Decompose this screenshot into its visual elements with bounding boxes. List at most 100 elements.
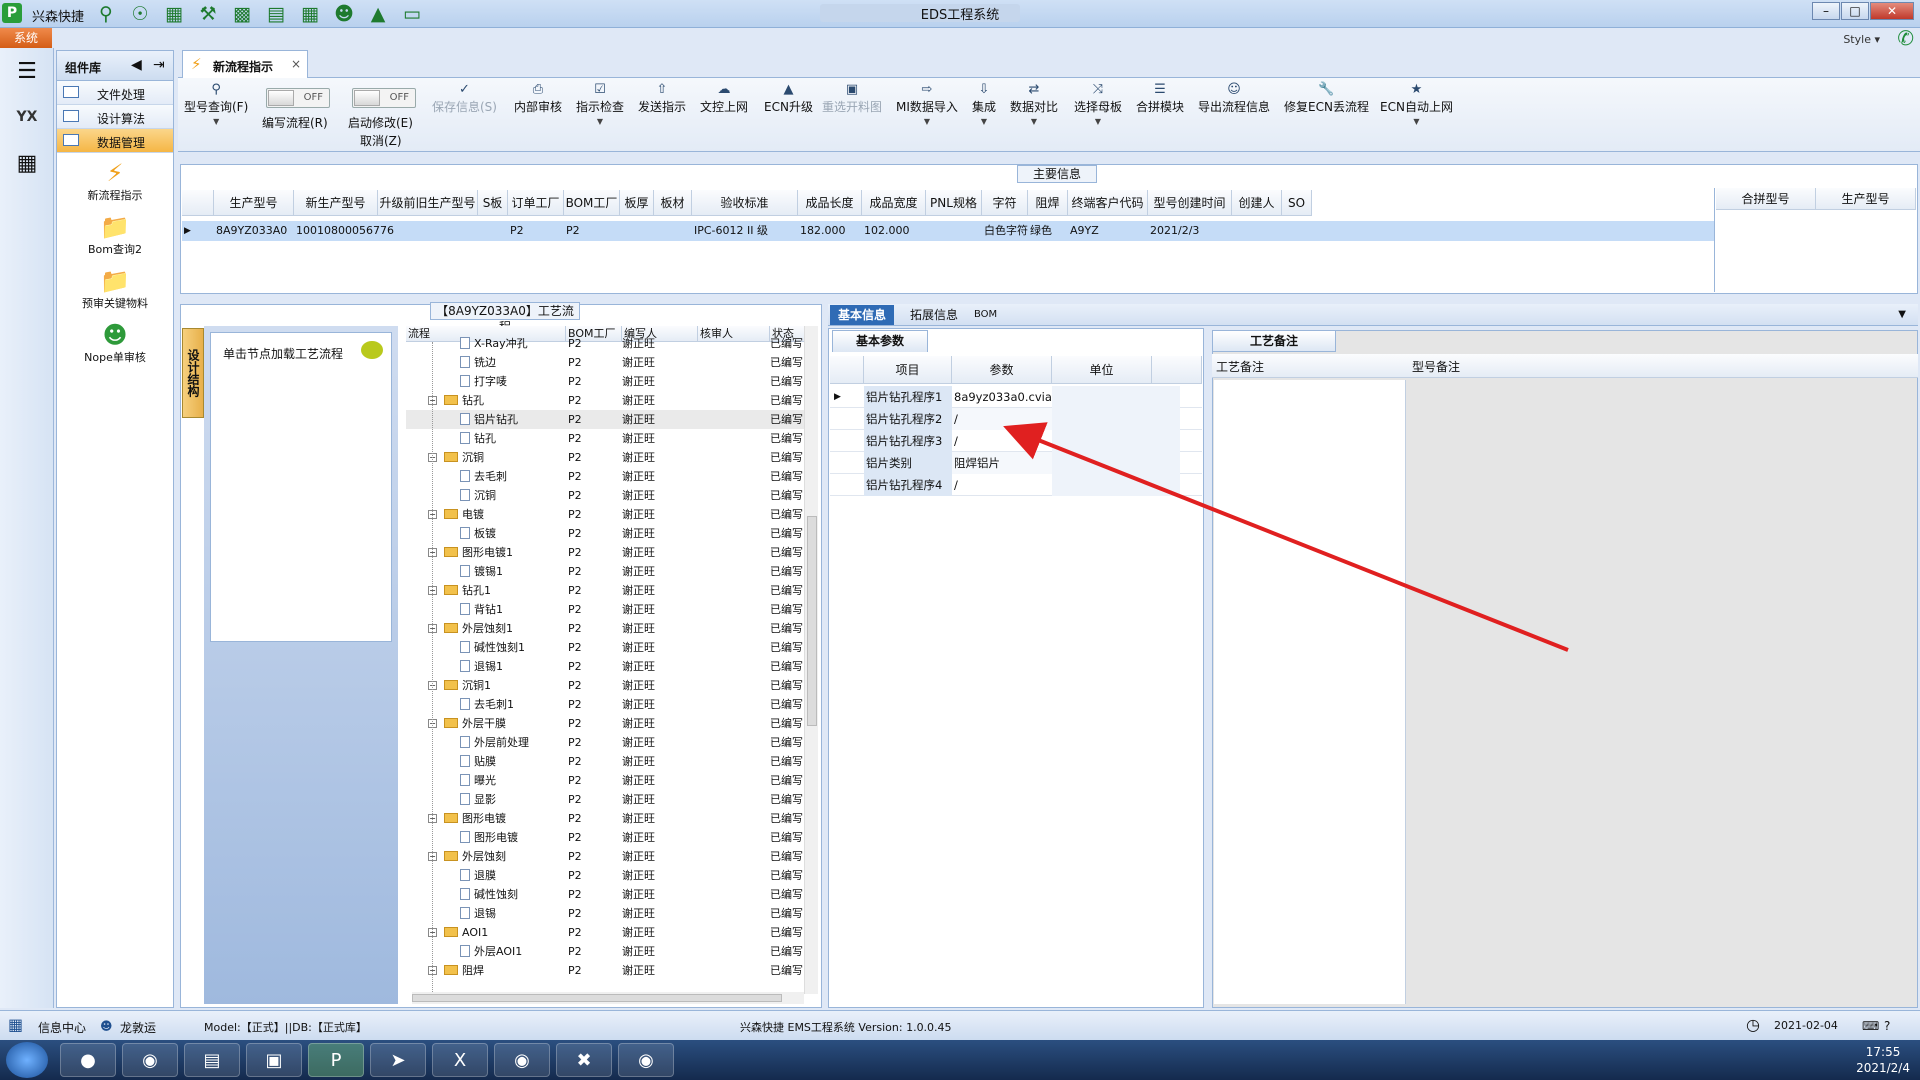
param-unit-cell[interactable] — [1052, 452, 1180, 474]
column-header[interactable]: 成品宽度 — [862, 190, 926, 216]
taskbar-app-shell-icon[interactable]: ● — [60, 1043, 116, 1077]
tree-row[interactable]: 碱性蚀刻1 P2 谢正旺 已编写 — [406, 638, 806, 657]
column-header[interactable]: 阻焊 — [1028, 190, 1068, 216]
column-header[interactable]: 创建人 — [1232, 190, 1282, 216]
category-design[interactable]: 设计算法 — [57, 105, 173, 129]
column-header[interactable]: 单位 — [1052, 356, 1152, 384]
doc-upload-button[interactable]: ☁ 文控上网 — [700, 82, 748, 115]
tree-row[interactable]: 铝片钻孔 P2 谢正旺 已编写 — [406, 410, 806, 429]
category-data[interactable]: 数据管理 — [57, 129, 173, 153]
column-header[interactable]: 新生产型号 — [294, 190, 378, 216]
taskbar-app-excel-icon[interactable]: X — [432, 1043, 488, 1077]
component-nope-review[interactable]: ☻ Nope单审核 — [57, 315, 173, 369]
menu-icon[interactable]: ☰ — [0, 48, 54, 94]
design-structure-tab[interactable]: 设计结构 — [182, 328, 204, 418]
grid-icon[interactable]: ▦ — [160, 2, 188, 26]
tree-row[interactable]: 图形电镀 P2 谢正旺 已编写 — [406, 828, 806, 847]
mi-import-button[interactable]: ⇨ MI数据导入 ▼ — [896, 82, 958, 126]
tree-row[interactable]: 去毛刺1 P2 谢正旺 已编写 — [406, 695, 806, 714]
column-header[interactable]: 板材 — [654, 190, 692, 216]
tree-row[interactable]: 板镀 P2 谢正旺 已编写 — [406, 524, 806, 543]
tree-row[interactable]: 退膜 P2 谢正旺 已编写 — [406, 866, 806, 885]
column-header[interactable]: SO — [1282, 190, 1312, 216]
column-header[interactable]: 订单工厂 — [508, 190, 564, 216]
param-unit-cell[interactable] — [1052, 408, 1180, 430]
tree-vertical-scrollbar[interactable] — [804, 326, 818, 994]
taskbar-app-eye2-icon[interactable]: ◉ — [618, 1043, 674, 1077]
tree-row[interactable]: 镀锡1 P2 谢正旺 已编写 — [406, 562, 806, 581]
component-pre-review[interactable]: 📁 预审关键物料 — [57, 261, 173, 315]
tree-row[interactable]: − 钻孔1 P2 谢正旺 已编写 — [406, 581, 806, 600]
tree-row[interactable]: − 沉铜 P2 谢正旺 已编写 — [406, 448, 806, 467]
info-center[interactable]: 信息中心 — [38, 1019, 86, 1036]
calculator-icon[interactable]: ▦ — [0, 140, 54, 186]
tree-row[interactable]: X-Ray冲孔 P2 谢正旺 已编写 — [406, 334, 806, 353]
tree-row[interactable]: 贴膜 P2 谢正旺 已编写 — [406, 752, 806, 771]
tab-new-flow[interactable]: ⚡ 新流程指示 × — [182, 50, 308, 78]
param-row[interactable]: 铝片钻孔程序3/ — [830, 430, 1202, 452]
start-button[interactable] — [6, 1042, 48, 1078]
tree-row[interactable]: − 外层蚀刻 P2 谢正旺 已编写 — [406, 847, 806, 866]
check-instruction-button[interactable]: ☑ 指示检查 ▼ — [576, 82, 624, 126]
flow-hint-card[interactable]: 单击节点加载工艺流程 — [210, 332, 392, 642]
tree-row[interactable]: − 外层蚀刻1 P2 谢正旺 已编写 — [406, 619, 806, 638]
param-unit-cell[interactable] — [1052, 386, 1180, 408]
param-unit-cell[interactable] — [1052, 430, 1180, 452]
tree-row[interactable]: − 电镀 P2 谢正旺 已编写 — [406, 505, 806, 524]
close-button[interactable]: ✕ — [1870, 2, 1914, 20]
fix-ecn-button[interactable]: 🔧 修复ECN丢流程 — [1284, 82, 1369, 115]
taskbar-app-bird-icon[interactable]: ➤ — [370, 1043, 426, 1077]
tree-row[interactable]: 退锡 P2 谢正旺 已编写 — [406, 904, 806, 923]
calc-icon[interactable]: ▦ — [296, 2, 324, 26]
system-tray[interactable]: 17:55 2021/2/4 — [1856, 1044, 1910, 1076]
tree-row[interactable]: 外层前处理 P2 谢正旺 已编写 — [406, 733, 806, 752]
close-tab-icon[interactable]: × — [291, 57, 301, 71]
tree-row[interactable]: − 图形电镀1 P2 谢正旺 已编写 — [406, 543, 806, 562]
param-value-cell[interactable]: / — [952, 430, 1052, 452]
tab-basic-params[interactable]: 基本参数 — [832, 330, 928, 352]
param-value-cell[interactable]: / — [952, 408, 1052, 430]
ecn-upgrade-button[interactable]: ▲ ECN升级 — [764, 82, 813, 115]
param-value-cell[interactable]: / — [952, 474, 1052, 496]
chart-icon[interactable]: ▤ — [262, 2, 290, 26]
compare-button[interactable]: ⇄ 数据对比 ▼ — [1010, 82, 1058, 126]
tree-horizontal-scrollbar[interactable] — [412, 992, 804, 1004]
system-button[interactable]: 系统 — [0, 28, 52, 48]
column-header[interactable]: PNL规格 — [926, 190, 982, 216]
integrate-button[interactable]: ⇩ 集成 ▼ — [972, 82, 996, 126]
chevron-down-icon[interactable]: ▼ — [1890, 305, 1914, 325]
tree-row[interactable]: 曝光 P2 谢正旺 已编写 — [406, 771, 806, 790]
tab-basic-info[interactable]: 基本信息 — [830, 305, 895, 325]
table-row[interactable] — [182, 221, 1714, 241]
start-modify-toggle[interactable]: OFF — [352, 88, 416, 108]
column-header[interactable]: S板 — [478, 190, 508, 216]
column-header[interactable]: 参数 — [952, 356, 1052, 384]
tree-row[interactable]: − 沉铜1 P2 谢正旺 已编写 — [406, 676, 806, 695]
column-header[interactable]: 验收标准 — [692, 190, 798, 216]
cancel-button[interactable]: 取消(Z) — [360, 132, 402, 149]
column-header[interactable]: 板厚 — [620, 190, 654, 216]
tree-row[interactable]: − 外层干膜 P2 谢正旺 已编写 — [406, 714, 806, 733]
minimize-button[interactable]: – — [1812, 2, 1840, 20]
internal-review-button[interactable]: ⎙ 内部审核 — [514, 82, 562, 115]
taskbar-app-notes-icon[interactable]: ▤ — [184, 1043, 240, 1077]
tree-row[interactable]: 钻孔 P2 谢正旺 已编写 — [406, 429, 806, 448]
column-header[interactable]: 终端客户代码 — [1068, 190, 1148, 216]
tree-row[interactable]: − 阻焊 P2 谢正旺 已编写 — [406, 961, 806, 980]
param-row[interactable]: 铝片钻孔程序2/ — [830, 408, 1202, 430]
style-dropdown[interactable]: Style ▾ — [1843, 33, 1880, 46]
tools-icon[interactable]: ⚒ — [194, 2, 222, 26]
column-header[interactable]: 项目 — [864, 356, 952, 384]
ecn-auto-button[interactable]: ★ ECN自动上网 ▼ — [1380, 82, 1453, 126]
pin-icon[interactable]: ⇥ — [153, 57, 165, 73]
keyboard-icon[interactable]: ⌨ — [1862, 1019, 1879, 1033]
merge-module-button[interactable]: ☰ 合拼模块 — [1136, 82, 1184, 115]
component-new-flow[interactable]: ⚡ 新流程指示 — [57, 153, 173, 207]
component-bom-query[interactable]: 📁 Bom查询2 — [57, 207, 173, 261]
tree-row[interactable]: 退锡1 P2 谢正旺 已编写 — [406, 657, 806, 676]
write-flow-toggle[interactable]: OFF — [266, 88, 330, 108]
scrollbar-thumb[interactable] — [807, 516, 817, 726]
tab-process-remark[interactable]: 工艺备注 — [1212, 330, 1336, 352]
user-icon[interactable]: ☻ — [330, 2, 358, 26]
column-header[interactable]: 生产型号 — [214, 190, 294, 216]
